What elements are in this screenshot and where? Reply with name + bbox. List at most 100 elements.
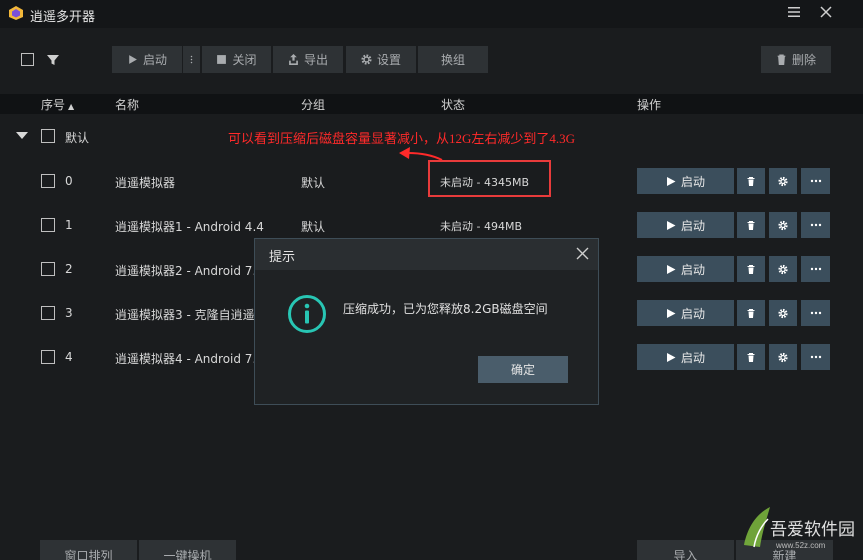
row-more-button[interactable] (801, 168, 830, 194)
row-checkbox[interactable] (41, 174, 55, 188)
row-status: 未启动 - 494MB (440, 220, 522, 233)
app-logo-icon (9, 6, 23, 20)
play-icon (666, 220, 676, 230)
stop-icon (217, 55, 227, 64)
row-start-label: 启动 (680, 306, 705, 321)
settings-button-label: 设置 (376, 53, 401, 67)
close-button-label: 关闭 (232, 53, 257, 67)
dialog-title: 提示 (269, 250, 296, 265)
export-icon (289, 54, 298, 65)
row-start-button[interactable]: 启动 (637, 344, 734, 370)
row-settings-button[interactable] (769, 256, 797, 282)
row-delete-button[interactable] (737, 344, 765, 370)
row-index: 2 (65, 262, 73, 276)
annotation-arrow-icon (399, 147, 443, 161)
column-header-actions: 操作 (637, 98, 662, 112)
delete-button[interactable]: 删除 (761, 46, 831, 73)
gear-icon (361, 54, 372, 65)
collapse-arrow-icon[interactable] (16, 132, 28, 140)
close-icon[interactable] (576, 247, 589, 260)
row-delete-button[interactable] (737, 256, 765, 282)
row-name: 逍遥模拟器4 - Android 7. (115, 352, 257, 366)
row-start-label: 启动 (680, 262, 705, 277)
gear-icon (778, 264, 788, 274)
row-start-label: 启动 (680, 174, 705, 189)
row-checkbox[interactable] (41, 306, 55, 320)
row-delete-button[interactable] (737, 212, 765, 238)
row-index: 3 (65, 306, 73, 320)
export-button[interactable]: 导出 (273, 46, 343, 73)
trash-icon (777, 54, 786, 65)
app-title: 逍遥多开器 (30, 10, 96, 25)
column-header-index[interactable]: 序号 ▲ (41, 96, 74, 113)
more-horizontal-icon (810, 223, 821, 227)
row-settings-button[interactable] (769, 168, 797, 194)
row-name: 逍遥模拟器3 - 克隆自逍遥 (115, 308, 255, 322)
dialog-message: 压缩成功，已为您释放8.2GB磁盘空间 (343, 302, 548, 316)
status-highlight-box (428, 160, 551, 197)
more-horizontal-icon (810, 179, 821, 183)
close-button[interactable]: 关闭 (202, 46, 271, 73)
row-checkbox[interactable] (41, 350, 55, 364)
row-delete-button[interactable] (737, 300, 765, 326)
row-start-button[interactable]: 启动 (637, 256, 734, 282)
row-more-button[interactable] (801, 212, 830, 238)
start-button-label: 启动 (142, 53, 167, 67)
change-group-button[interactable]: 换组 (418, 46, 488, 73)
more-horizontal-icon (810, 267, 821, 271)
play-icon (129, 55, 137, 64)
row-checkbox[interactable] (41, 262, 55, 276)
row-index: 0 (65, 174, 73, 188)
select-all-checkbox[interactable] (21, 53, 34, 66)
sort-up-icon: ▲ (68, 102, 75, 111)
trash-icon (747, 220, 755, 230)
more-vertical-icon (190, 55, 193, 64)
gear-icon (778, 308, 788, 318)
play-icon (666, 264, 676, 274)
row-group: 默认 (301, 220, 326, 234)
row-settings-button[interactable] (769, 344, 797, 370)
gear-icon (778, 176, 788, 186)
group-checkbox[interactable] (41, 129, 55, 143)
trash-icon (747, 264, 755, 274)
row-start-button[interactable]: 启动 (637, 212, 734, 238)
row-index: 1 (65, 218, 73, 232)
group-name: 默认 (65, 131, 90, 145)
start-button[interactable]: 启动 (112, 46, 182, 73)
filter-icon[interactable] (46, 53, 60, 67)
row-more-button[interactable] (801, 256, 830, 282)
play-icon (666, 352, 676, 362)
watermark-text: 吾爱软件园 (770, 520, 855, 539)
trash-icon (747, 176, 755, 186)
column-header-name: 名称 (115, 98, 140, 112)
row-index: 4 (65, 350, 73, 364)
row-start-label: 启动 (680, 350, 705, 365)
play-icon (666, 308, 676, 318)
window-close-icon[interactable] (818, 4, 834, 20)
import-button[interactable]: 导入 (637, 540, 734, 560)
gear-icon (778, 352, 788, 362)
one-key-button[interactable]: 一键操机 (139, 540, 236, 560)
info-icon (288, 295, 326, 333)
watermark-url: www.52z.com (775, 541, 826, 550)
gear-icon (778, 220, 788, 230)
menu-icon[interactable] (786, 4, 802, 20)
row-settings-button[interactable] (769, 212, 797, 238)
row-more-button[interactable] (801, 344, 830, 370)
row-start-button[interactable]: 启动 (637, 300, 734, 326)
row-delete-button[interactable] (737, 168, 765, 194)
export-button-label: 导出 (303, 53, 328, 67)
settings-button[interactable]: 设置 (346, 46, 416, 73)
row-name: 逍遥模拟器1 - Android 4.4 (115, 220, 264, 234)
trash-icon (747, 308, 755, 318)
ok-button[interactable]: 确定 (478, 356, 568, 383)
row-start-button[interactable]: 启动 (637, 168, 734, 194)
row-settings-button[interactable] (769, 300, 797, 326)
column-header-status: 状态 (441, 98, 466, 112)
row-checkbox[interactable] (41, 218, 55, 232)
row-more-button[interactable] (801, 300, 830, 326)
window-arrange-button[interactable]: 窗口排列 (40, 540, 137, 560)
row-start-label: 启动 (680, 218, 705, 233)
column-header-group: 分组 (301, 98, 326, 112)
start-more-button[interactable] (183, 46, 200, 73)
